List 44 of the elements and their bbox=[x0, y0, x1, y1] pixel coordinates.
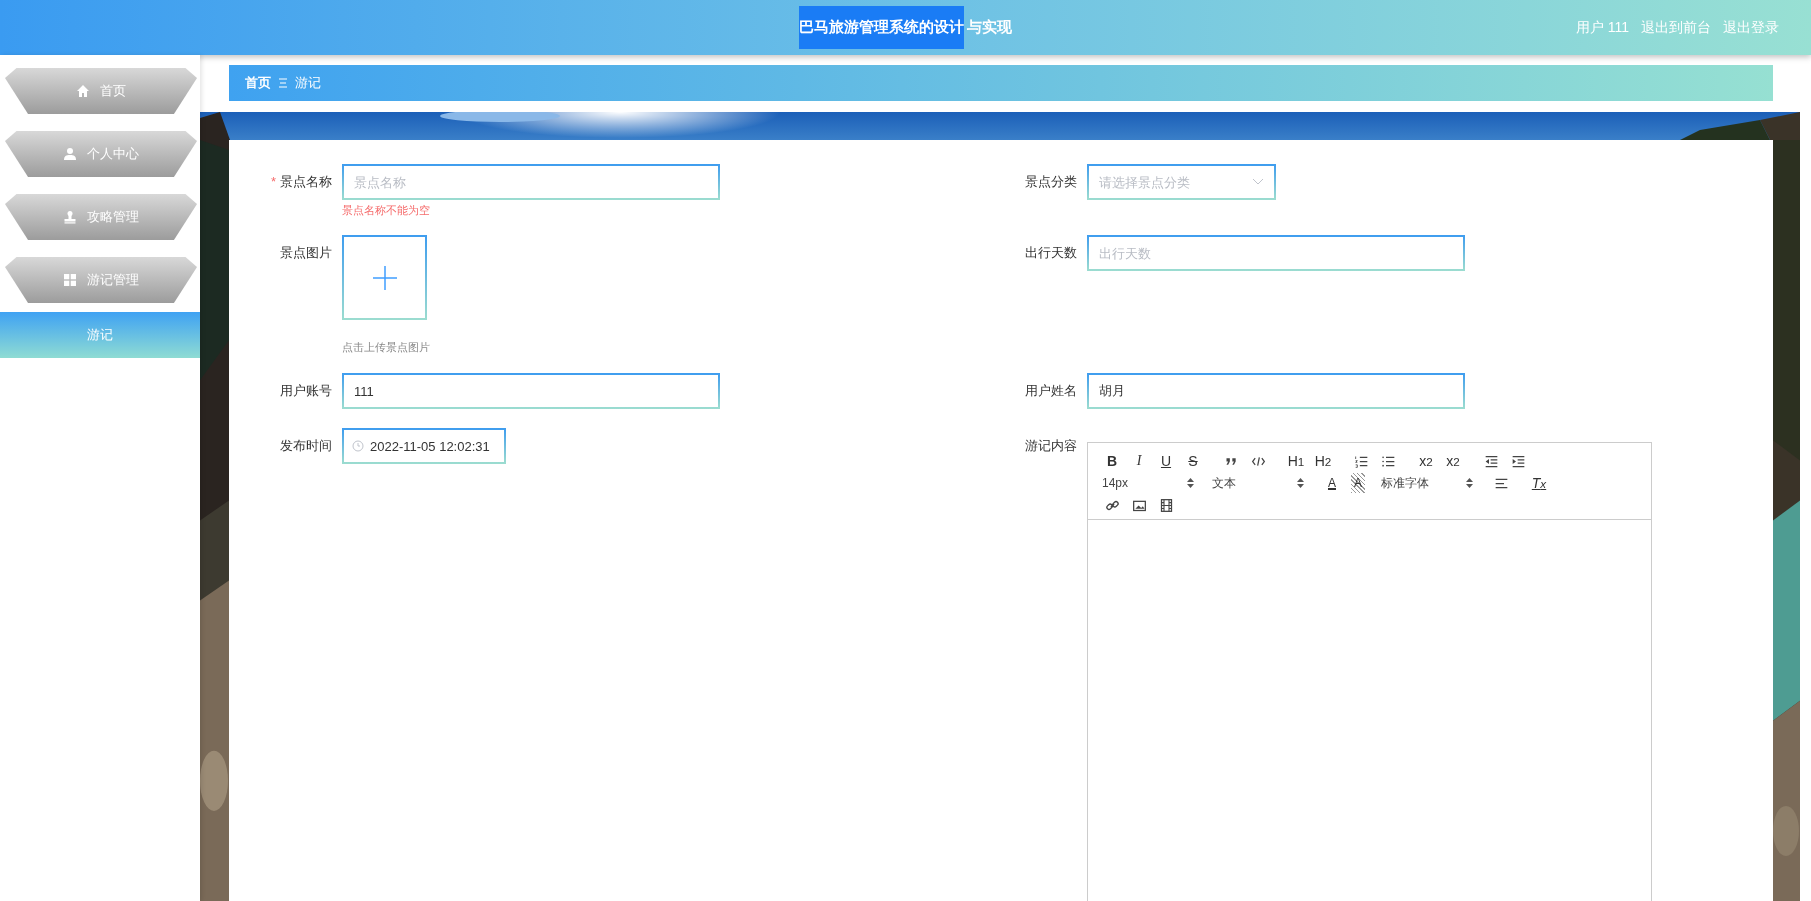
upload-button[interactable] bbox=[342, 235, 427, 320]
italic-button[interactable]: I bbox=[1127, 451, 1151, 471]
field-label: 游记内容 bbox=[1025, 438, 1077, 453]
input-field[interactable]: 111 bbox=[342, 373, 720, 409]
chevron-down-icon bbox=[1252, 178, 1264, 186]
input-field[interactable]: 景点名称 bbox=[342, 164, 720, 200]
date-field[interactable]: 2022-11-05 12:02:31 bbox=[342, 428, 506, 464]
video-icon bbox=[1158, 497, 1174, 513]
field-label: 用户账号 bbox=[280, 383, 332, 398]
highlight-button[interactable]: A bbox=[1351, 473, 1365, 493]
field-label: 景点分类 bbox=[1025, 174, 1077, 189]
outdent-icon bbox=[1483, 453, 1499, 469]
plus-icon bbox=[372, 265, 397, 290]
underline-button[interactable]: U bbox=[1154, 451, 1178, 471]
field-label: 用户姓名 bbox=[1025, 383, 1077, 398]
required-mark: * bbox=[270, 174, 276, 189]
separator-icon bbox=[279, 78, 287, 88]
field-label: 景点名称 bbox=[280, 174, 332, 189]
grid-icon bbox=[63, 273, 77, 287]
bold-button[interactable]: B bbox=[1100, 451, 1124, 471]
strike-button[interactable]: S bbox=[1181, 451, 1205, 471]
toolbar-select[interactable]: 14px bbox=[1100, 473, 1196, 493]
field-label: 发布时间 bbox=[280, 438, 332, 453]
toolbar-select[interactable]: 文本 bbox=[1210, 473, 1306, 493]
app-title: 巴马旅游管理系统的设计 与实现 bbox=[799, 6, 1012, 49]
error-message: 景点名称不能为空 bbox=[342, 204, 431, 216]
user-label: 用户 111 bbox=[1575, 18, 1629, 37]
input-field[interactable]: 出行天数 bbox=[1087, 235, 1465, 271]
home-icon bbox=[76, 84, 90, 98]
field-label: 景点图片 bbox=[280, 245, 332, 260]
indent-icon bbox=[1510, 453, 1526, 469]
updown-icon bbox=[1466, 478, 1473, 488]
breadcrumb-item: 游记 bbox=[295, 74, 321, 92]
input-field[interactable]: 胡月 bbox=[1087, 373, 1465, 409]
person-icon bbox=[63, 147, 77, 161]
text-color-button[interactable]: A bbox=[1320, 473, 1344, 493]
updown-icon bbox=[1297, 478, 1304, 488]
toolbar-select[interactable]: 标准字体 bbox=[1379, 473, 1475, 493]
clock-icon bbox=[352, 440, 364, 452]
upload-hint: 点击上传景点图片 bbox=[342, 340, 430, 354]
field-label: 出行天数 bbox=[1025, 245, 1077, 260]
stamp-icon bbox=[63, 210, 77, 224]
updown-icon bbox=[1187, 478, 1194, 488]
select-field[interactable]: 请选择景点分类 bbox=[1087, 164, 1276, 200]
